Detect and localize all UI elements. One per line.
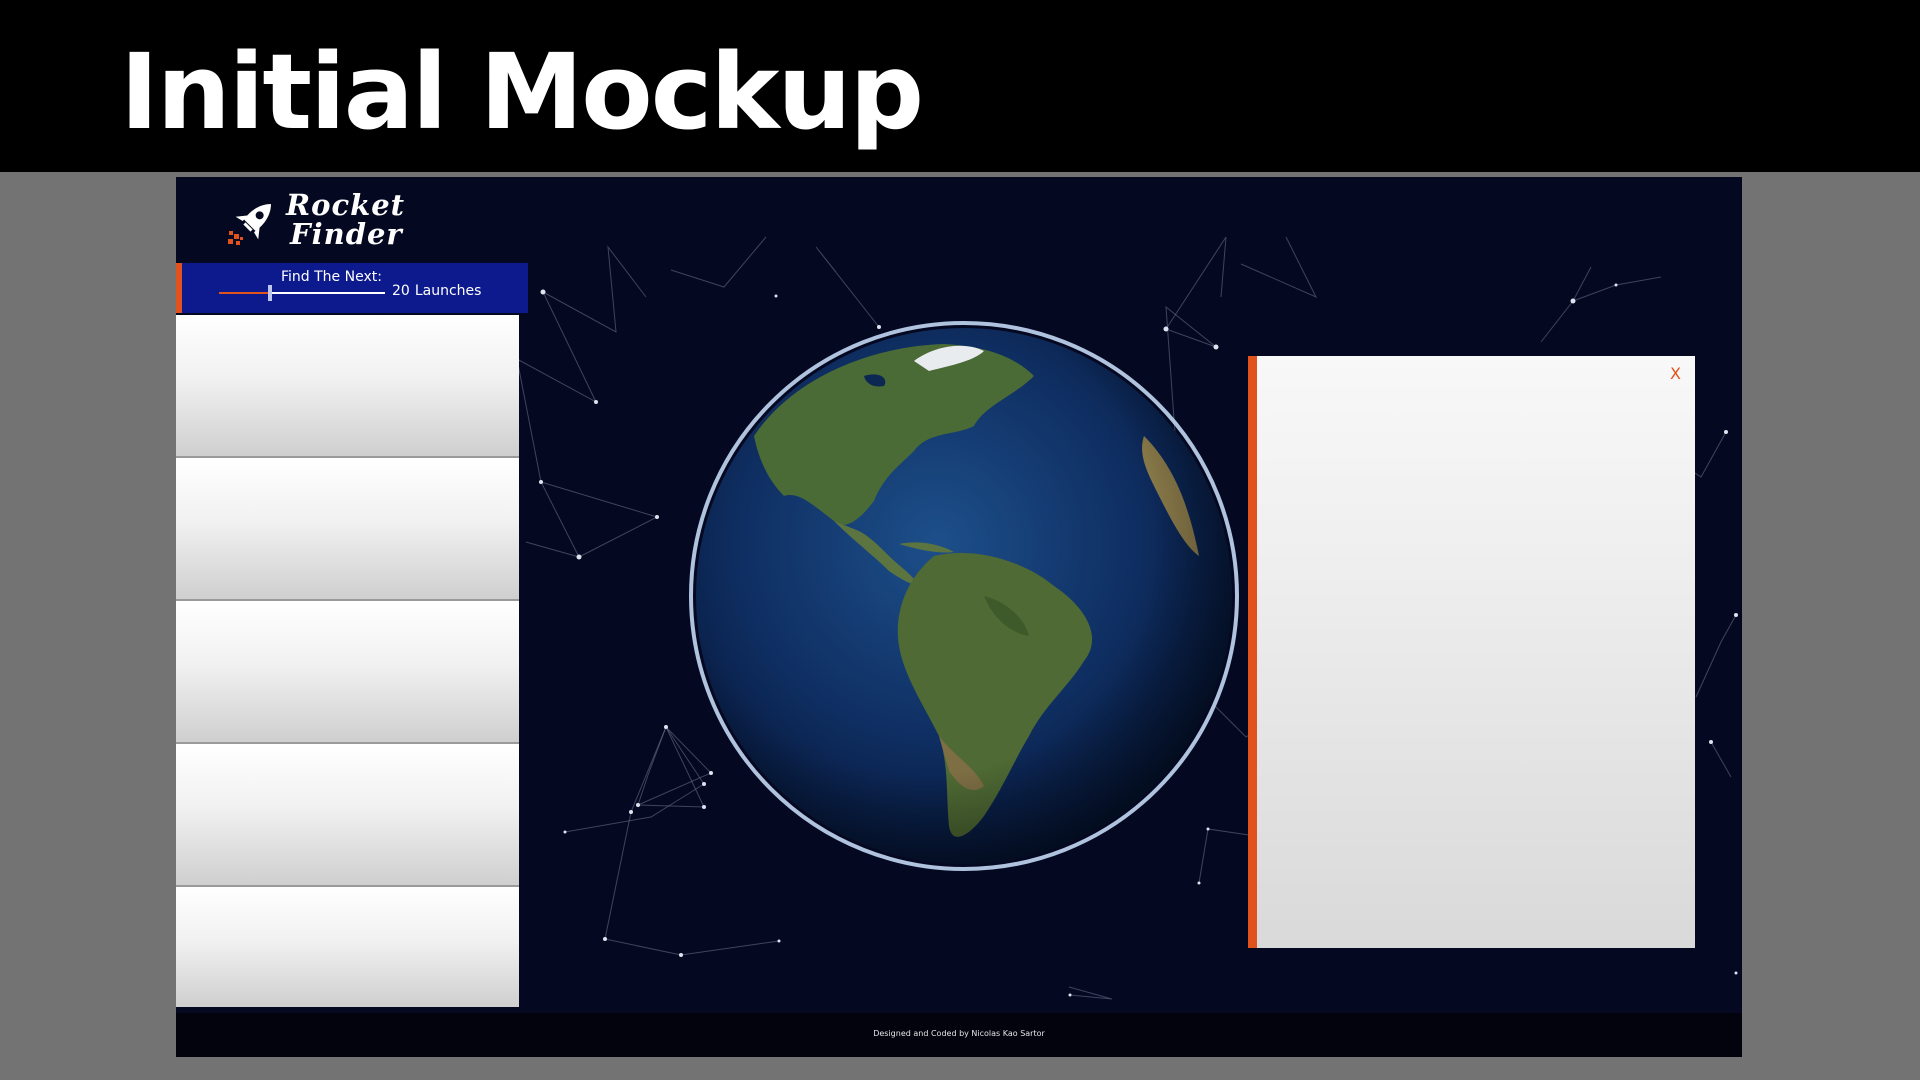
launch-unit: Launches	[414, 283, 482, 299]
launch-card[interactable]	[176, 315, 519, 458]
footer: Designed and Coded by Nicolas Kao Sartor	[176, 1013, 1742, 1057]
slide-title: Initial Mockup	[120, 31, 924, 153]
sidebar: Rocket Finder Find The Next: 20 Launches	[176, 177, 528, 1013]
slider-fill	[219, 292, 271, 294]
launch-details-panel: X	[1248, 356, 1695, 948]
logo-line-2: Finder	[290, 217, 403, 251]
launch-card[interactable]	[176, 887, 519, 1007]
launch-card[interactable]	[176, 458, 519, 601]
earth-globe[interactable]	[684, 316, 1244, 876]
close-icon[interactable]: X	[1670, 364, 1681, 383]
logo-line-1: Rocket	[286, 188, 406, 222]
launch-card[interactable]	[176, 601, 519, 744]
slider-heading: Find The Next:	[281, 269, 382, 285]
slider-thumb[interactable]	[268, 285, 273, 301]
launch-count: 20	[392, 283, 410, 299]
slider-value: 20 Launches	[392, 283, 481, 299]
rocket-icon	[228, 204, 271, 245]
logo[interactable]: Rocket Finder	[176, 177, 519, 263]
launch-count-slider[interactable]	[219, 285, 385, 301]
app-mockup: Rocket Finder Find The Next: 20Launches	[176, 177, 1742, 1057]
logo-wordmark: Rocket Finder	[286, 191, 486, 249]
launch-card[interactable]	[176, 744, 519, 887]
slide-title-bar: Initial Mockup	[0, 0, 1920, 172]
footer-credit: Designed and Coded by Nicolas Kao Sartor	[873, 1029, 1045, 1038]
launch-list	[176, 315, 519, 1007]
launch-count-control: Find The Next: 20 Launches	[176, 263, 528, 313]
